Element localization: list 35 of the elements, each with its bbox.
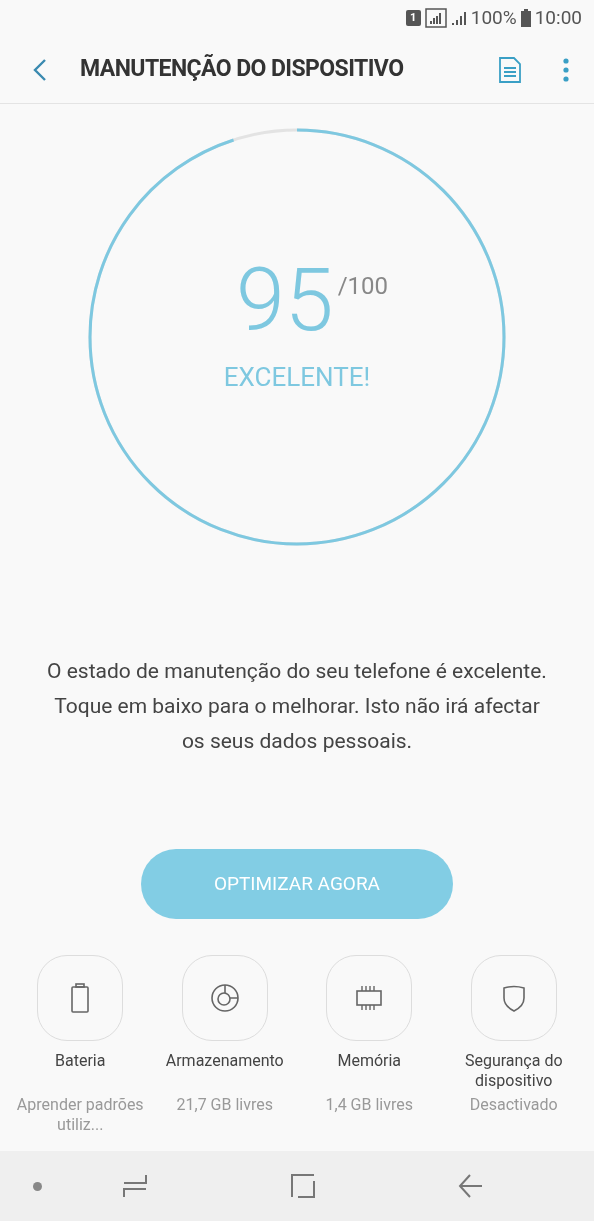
signal-icon <box>424 8 447 28</box>
category-label: Segurança do dispositivo <box>463 1051 564 1091</box>
battery-icon <box>71 983 90 1013</box>
optimize-button[interactable]: OPTIMIZAR AGORA <box>141 849 453 919</box>
signal-icon <box>450 10 467 26</box>
recent-apps-icon <box>122 1173 148 1199</box>
score-value: 95 <box>236 255 334 344</box>
battery-icon <box>520 9 531 27</box>
status-description: O estado de manutenção do seu telefone é excelente. Toque em baixo para o melhorar. Isto não irá afectar os seus dados pessoais. <box>46 658 548 755</box>
category-tile[interactable] <box>326 955 413 1041</box>
category-status: Aprender padrões utiliz... <box>15 1095 145 1135</box>
category-tile[interactable] <box>37 955 124 1041</box>
more-icon <box>563 57 569 82</box>
battery-percentage: 100% <box>470 4 517 31</box>
score-rating: EXCELENTE! <box>223 360 371 394</box>
category-tile[interactable] <box>470 955 557 1041</box>
category-label: Armazenamento <box>164 1051 285 1072</box>
back-arrow-icon <box>458 1173 484 1199</box>
home-button[interactable] <box>288 1171 318 1201</box>
category-label: Memória <box>336 1051 403 1072</box>
back-icon <box>33 57 47 82</box>
category-label: Bateria <box>54 1051 107 1072</box>
home-icon <box>290 1173 316 1199</box>
category-status: 1,4 GB livres <box>324 1095 414 1115</box>
document-icon <box>498 56 522 83</box>
chip-icon <box>355 984 384 1012</box>
category-tile[interactable] <box>181 955 268 1041</box>
clock: 10:00 <box>534 4 582 31</box>
category-status: 21,7 GB livres <box>175 1095 274 1115</box>
donut-chart-icon <box>209 983 240 1013</box>
sim-badge: 1 <box>405 10 421 26</box>
shield-icon <box>501 984 526 1012</box>
score-max: /100 <box>337 270 388 302</box>
category-status: Desactivado <box>468 1095 559 1115</box>
page-title: MANUTENÇÃO DO DISPOSITIVO <box>80 53 405 85</box>
